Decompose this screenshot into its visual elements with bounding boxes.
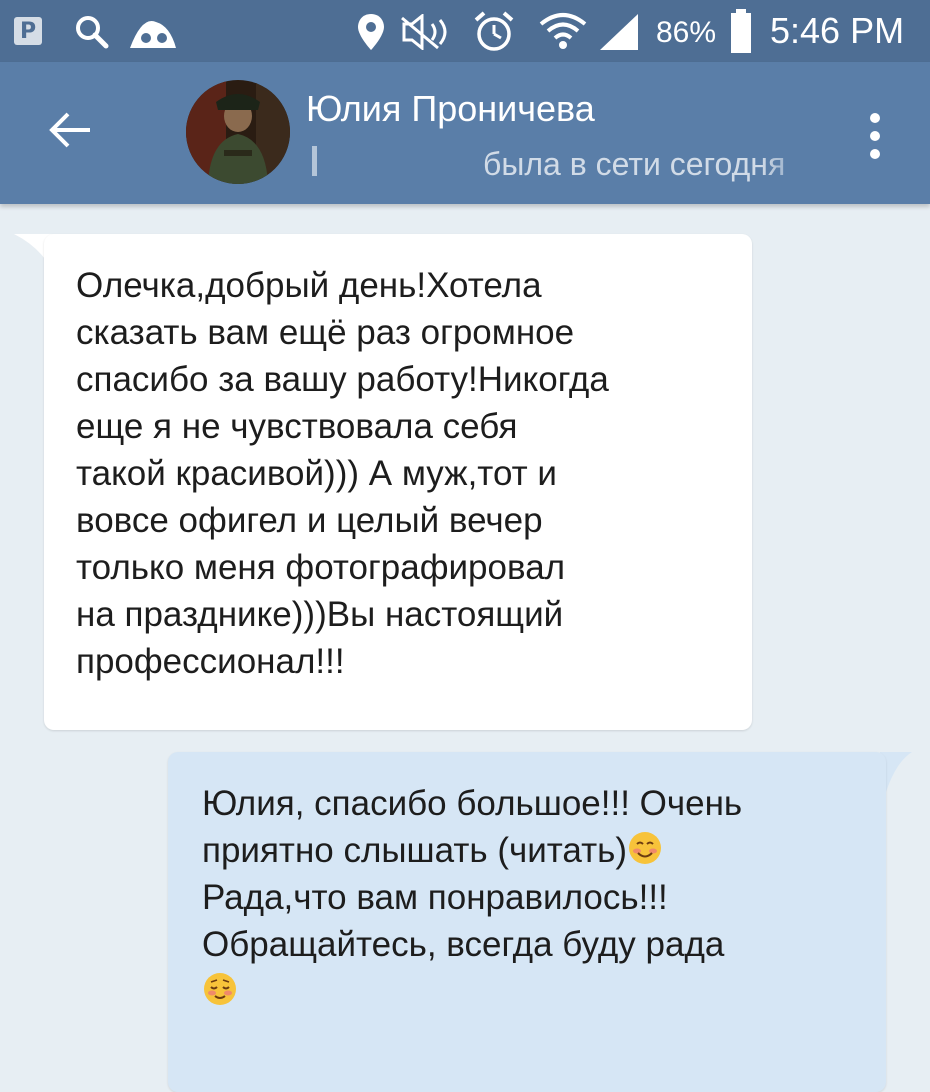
chat-header: Юлия Проничева была в сети сегодня [0, 62, 930, 204]
contact-name[interactable]: Юлия Проничева [306, 88, 595, 130]
search-icon [76, 16, 109, 49]
location-icon [358, 14, 384, 50]
app-notification-icon [130, 21, 176, 48]
outgoing-line-3: Рада,что вам понравилось!!! [202, 878, 668, 917]
outgoing-message-bubble[interactable]: Юлия, спасибо большое!!! Очень приятно с… [168, 752, 886, 1092]
smiling-face-emoji [629, 832, 662, 864]
incoming-message-bubble[interactable]: Олечка,добрый день!Хотела сказать вам ещ… [44, 234, 752, 730]
signal-icon [600, 14, 638, 50]
outgoing-message-text: Юлия, спасибо большое!!! Очень приятно с… [202, 780, 872, 1015]
incoming-message-text: Олечка,добрый день!Хотела сказать вам ещ… [76, 266, 609, 681]
outgoing-line-2: приятно слышать (читать) [202, 831, 628, 870]
p-notification-icon: P [14, 17, 42, 45]
battery-icon [731, 9, 751, 53]
status-fade [760, 144, 824, 188]
clock: 5:46 PM [770, 10, 905, 51]
wifi-icon [539, 13, 587, 49]
status-cursor [312, 146, 317, 176]
alarm-icon [474, 11, 514, 51]
avatar[interactable] [186, 80, 290, 184]
relieved-face-emoji [204, 973, 236, 1005]
battery-percent: 86% [656, 16, 717, 49]
status-bar: P 86% 5:46 PM [0, 0, 930, 62]
mute-icon [401, 14, 447, 50]
outgoing-line-1: Юлия, спасибо большое!!! Очень [202, 784, 743, 823]
more-vertical-icon[interactable] [866, 110, 884, 162]
outgoing-line-4: Обращайтесь, всегда буду рада [202, 925, 725, 964]
back-arrow-icon[interactable] [48, 108, 92, 152]
